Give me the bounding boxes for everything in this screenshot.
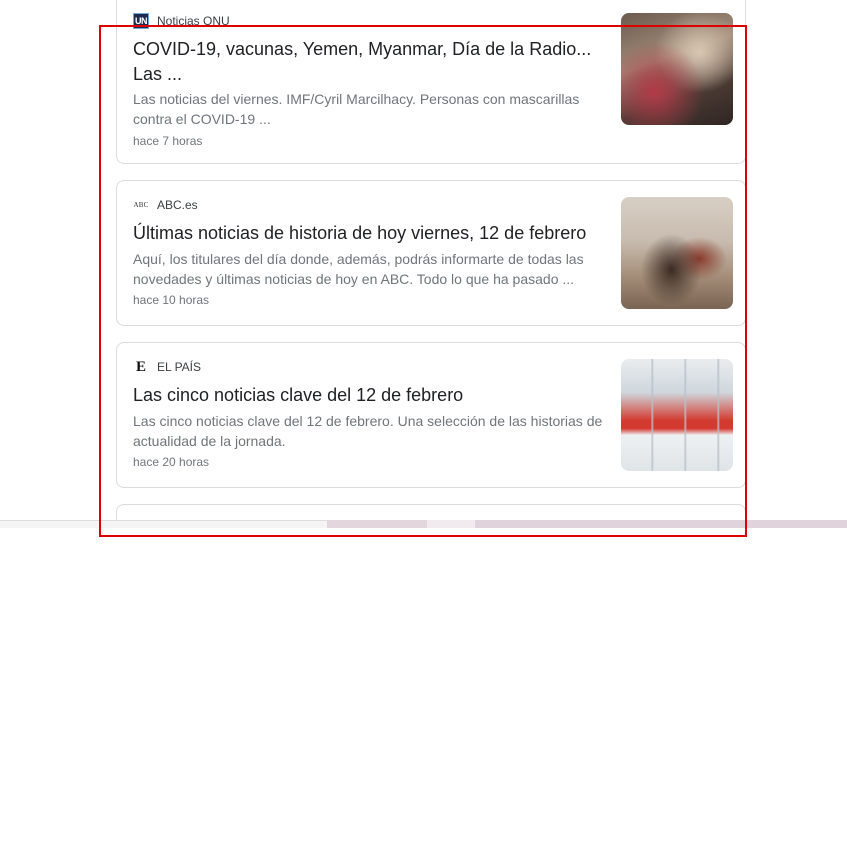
news-headline[interactable]: COVID-19, vacunas, Yemen, Myanmar, Día d…	[133, 37, 603, 87]
news-card[interactable]: UN Noticias ONU COVID-19, vacunas, Yemen…	[116, 0, 746, 164]
news-timestamp: hace 7 horas	[133, 134, 203, 148]
source-row: ABC ABC.es	[133, 197, 198, 213]
news-results-viewport: UN Noticias ONU COVID-19, vacunas, Yemen…	[0, 0, 847, 520]
news-snippet: Las noticias del viernes. IMF/Cyril Marc…	[133, 91, 580, 127]
news-thumbnail[interactable]	[621, 197, 733, 309]
source-name: ABC.es	[157, 198, 198, 212]
image-strip	[0, 520, 847, 528]
source-name: EL PAÍS	[157, 360, 202, 374]
news-timestamp: hace 10 horas	[133, 293, 210, 307]
news-headline[interactable]: Últimas noticias de historia de hoy vier…	[133, 221, 603, 246]
news-card[interactable]: ABC ABC.es Últimas noticias de historia …	[116, 180, 746, 326]
news-card-partial[interactable]	[116, 504, 746, 520]
strip-segment	[475, 520, 847, 528]
news-thumbnail[interactable]	[621, 359, 733, 471]
news-timestamp: hace 20 horas	[133, 455, 210, 469]
news-thumbnail[interactable]	[621, 13, 733, 125]
elpais-logo-icon: E	[135, 358, 146, 375]
news-headline[interactable]: Las cinco noticias clave del 12 de febre…	[133, 383, 603, 408]
news-snippet: Las cinco noticias clave del 12 de febre…	[133, 413, 603, 449]
abc-logo-icon: ABC	[133, 201, 149, 209]
source-name: Noticias ONU	[157, 14, 230, 28]
source-row: UN Noticias ONU	[133, 13, 230, 29]
strip-segment	[427, 520, 475, 528]
news-snippet: Aquí, los titulares del día donde, ademá…	[133, 251, 584, 287]
source-row: E EL PAÍS	[133, 359, 201, 375]
news-card[interactable]: E EL PAÍS Las cinco noticias clave del 1…	[116, 342, 746, 488]
strip-segment	[0, 520, 327, 528]
un-logo-icon: UN	[133, 13, 149, 29]
strip-segment	[327, 520, 427, 528]
